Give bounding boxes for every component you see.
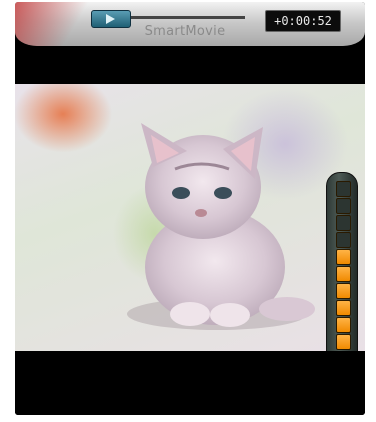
app-title: SmartMovie bbox=[144, 24, 226, 39]
volume-segment bbox=[336, 181, 351, 197]
volume-segment bbox=[336, 283, 351, 299]
play-icon bbox=[106, 14, 115, 24]
seek-track[interactable] bbox=[125, 16, 245, 19]
player-toolbar: SmartMovie +0:00:52 bbox=[15, 2, 365, 46]
volume-slider[interactable] bbox=[326, 172, 358, 351]
phone-screen: SmartMovie +0:00:52 bbox=[15, 2, 365, 415]
volume-segment bbox=[336, 317, 351, 333]
kitten-image bbox=[127, 123, 315, 330]
volume-segment bbox=[336, 334, 351, 350]
volume-segment bbox=[336, 198, 351, 214]
video-frame[interactable] bbox=[15, 84, 365, 351]
volume-segment bbox=[336, 249, 351, 265]
volume-segment bbox=[336, 232, 351, 248]
toolbar-decoration bbox=[15, 2, 95, 46]
volume-segment bbox=[336, 266, 351, 282]
volume-segment bbox=[336, 215, 351, 231]
bottom-bar bbox=[15, 351, 365, 415]
volume-segment bbox=[336, 300, 351, 316]
time-display: +0:00:52 bbox=[265, 10, 341, 32]
